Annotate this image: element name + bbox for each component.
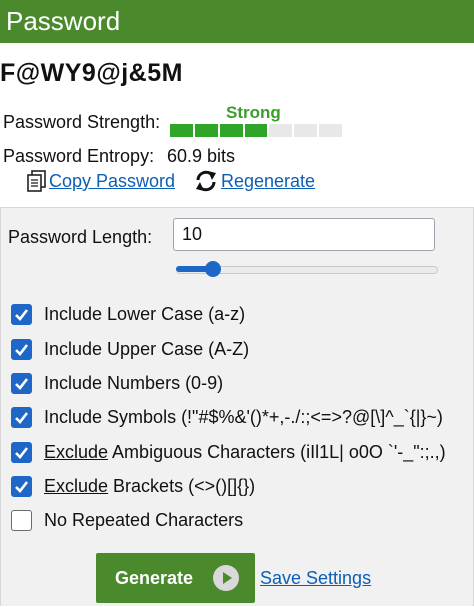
strength-meter-segment — [194, 124, 218, 137]
option-row[interactable]: Include Numbers (0-9) — [11, 371, 223, 395]
checkmark-icon — [15, 343, 29, 356]
option-label-prefix: Exclude — [44, 476, 109, 496]
option-row[interactable]: Include Upper Case (A-Z) — [11, 337, 249, 361]
option-label-prefix: Exclude — [44, 442, 109, 462]
option-checkbox[interactable] — [11, 475, 32, 497]
option-row[interactable]: Exclude Ambiguous Characters (iIl1L| o0O… — [11, 440, 446, 464]
app-header: Password — [0, 0, 474, 43]
entropy-label: Password Entropy: — [3, 146, 155, 166]
option-checkbox[interactable] — [11, 372, 32, 394]
option-row[interactable]: No Repeated Characters — [11, 508, 243, 532]
checkmark-icon — [15, 446, 29, 459]
option-checkbox[interactable] — [11, 406, 32, 428]
strength-meter-segment — [269, 124, 293, 137]
regenerate-label: Regenerate — [221, 171, 316, 191]
option-label: No Repeated Characters — [44, 509, 243, 531]
option-label-text: Ambiguous Characters (iIl1L| o0O `'-_":;… — [108, 442, 446, 462]
checkmark-icon — [15, 377, 29, 390]
option-label-text: No Repeated Characters — [44, 510, 244, 530]
strength-meter-segment — [294, 124, 318, 137]
option-label: Include Lower Case (a-z) — [44, 303, 245, 325]
play-icon — [213, 565, 239, 591]
strength-meter-segment — [219, 124, 243, 137]
strength-value: Strong — [226, 103, 281, 122]
option-label: Exclude Brackets (<>()[]{}) — [44, 475, 255, 497]
option-checkbox[interactable] — [11, 338, 32, 360]
save-settings-link[interactable]: Save Settings — [260, 567, 371, 589]
checkmark-icon — [15, 308, 29, 321]
option-label: Include Symbols (!"#$%&'()*+,-./:;<=>?@[… — [44, 406, 443, 428]
regenerate-link[interactable]: Regenerate — [194, 168, 315, 194]
generated-password: F@WY9@j&5M — [0, 59, 183, 87]
slider-thumb[interactable] — [204, 261, 221, 277]
strength-label: Password Strength: — [3, 112, 161, 132]
checkmark-icon — [15, 411, 29, 424]
strength-meter-segment — [319, 124, 343, 137]
option-label-text: Include Symbols (!"#$%&'()*+,-./:;<=>?@[… — [44, 407, 443, 427]
strength-meter-segment — [244, 124, 268, 137]
option-label: Include Upper Case (A-Z) — [44, 338, 249, 360]
option-label: Exclude Ambiguous Characters (iIl1L| o0O… — [44, 441, 446, 463]
password-length-input[interactable] — [173, 218, 435, 251]
option-row[interactable]: Exclude Brackets (<>()[]{}) — [11, 474, 255, 498]
option-label-text: Include Upper Case (A-Z) — [44, 339, 250, 359]
option-label-text: Include Numbers (0-9) — [44, 373, 224, 393]
option-checkbox[interactable] — [11, 509, 32, 531]
length-slider[interactable] — [176, 261, 438, 277]
option-label-text: Brackets (<>()[]{}) — [108, 476, 256, 496]
option-checkbox[interactable] — [11, 441, 32, 463]
copy-password-link[interactable]: Copy Password — [27, 168, 175, 194]
clipboard-icon — [27, 170, 46, 192]
checkmark-icon — [15, 480, 29, 493]
option-label-text: Include Lower Case (a-z) — [44, 304, 246, 324]
copy-password-label: Copy Password — [49, 171, 176, 191]
entropy-value: 60.9 bits — [167, 146, 236, 166]
option-row[interactable]: Include Symbols (!"#$%&'()*+,-./:;<=>?@[… — [11, 405, 443, 429]
refresh-icon — [196, 170, 216, 192]
generate-button[interactable]: Generate — [96, 553, 255, 603]
strength-meter — [170, 124, 343, 137]
option-label: Include Numbers (0-9) — [44, 372, 223, 394]
option-checkbox[interactable] — [11, 303, 32, 325]
strength-meter-segment — [170, 124, 193, 137]
generate-label: Generate — [115, 568, 194, 588]
option-row[interactable]: Include Lower Case (a-z) — [11, 302, 245, 326]
header-title: Password — [6, 6, 121, 36]
password-length-label: Password Length: — [8, 227, 153, 247]
